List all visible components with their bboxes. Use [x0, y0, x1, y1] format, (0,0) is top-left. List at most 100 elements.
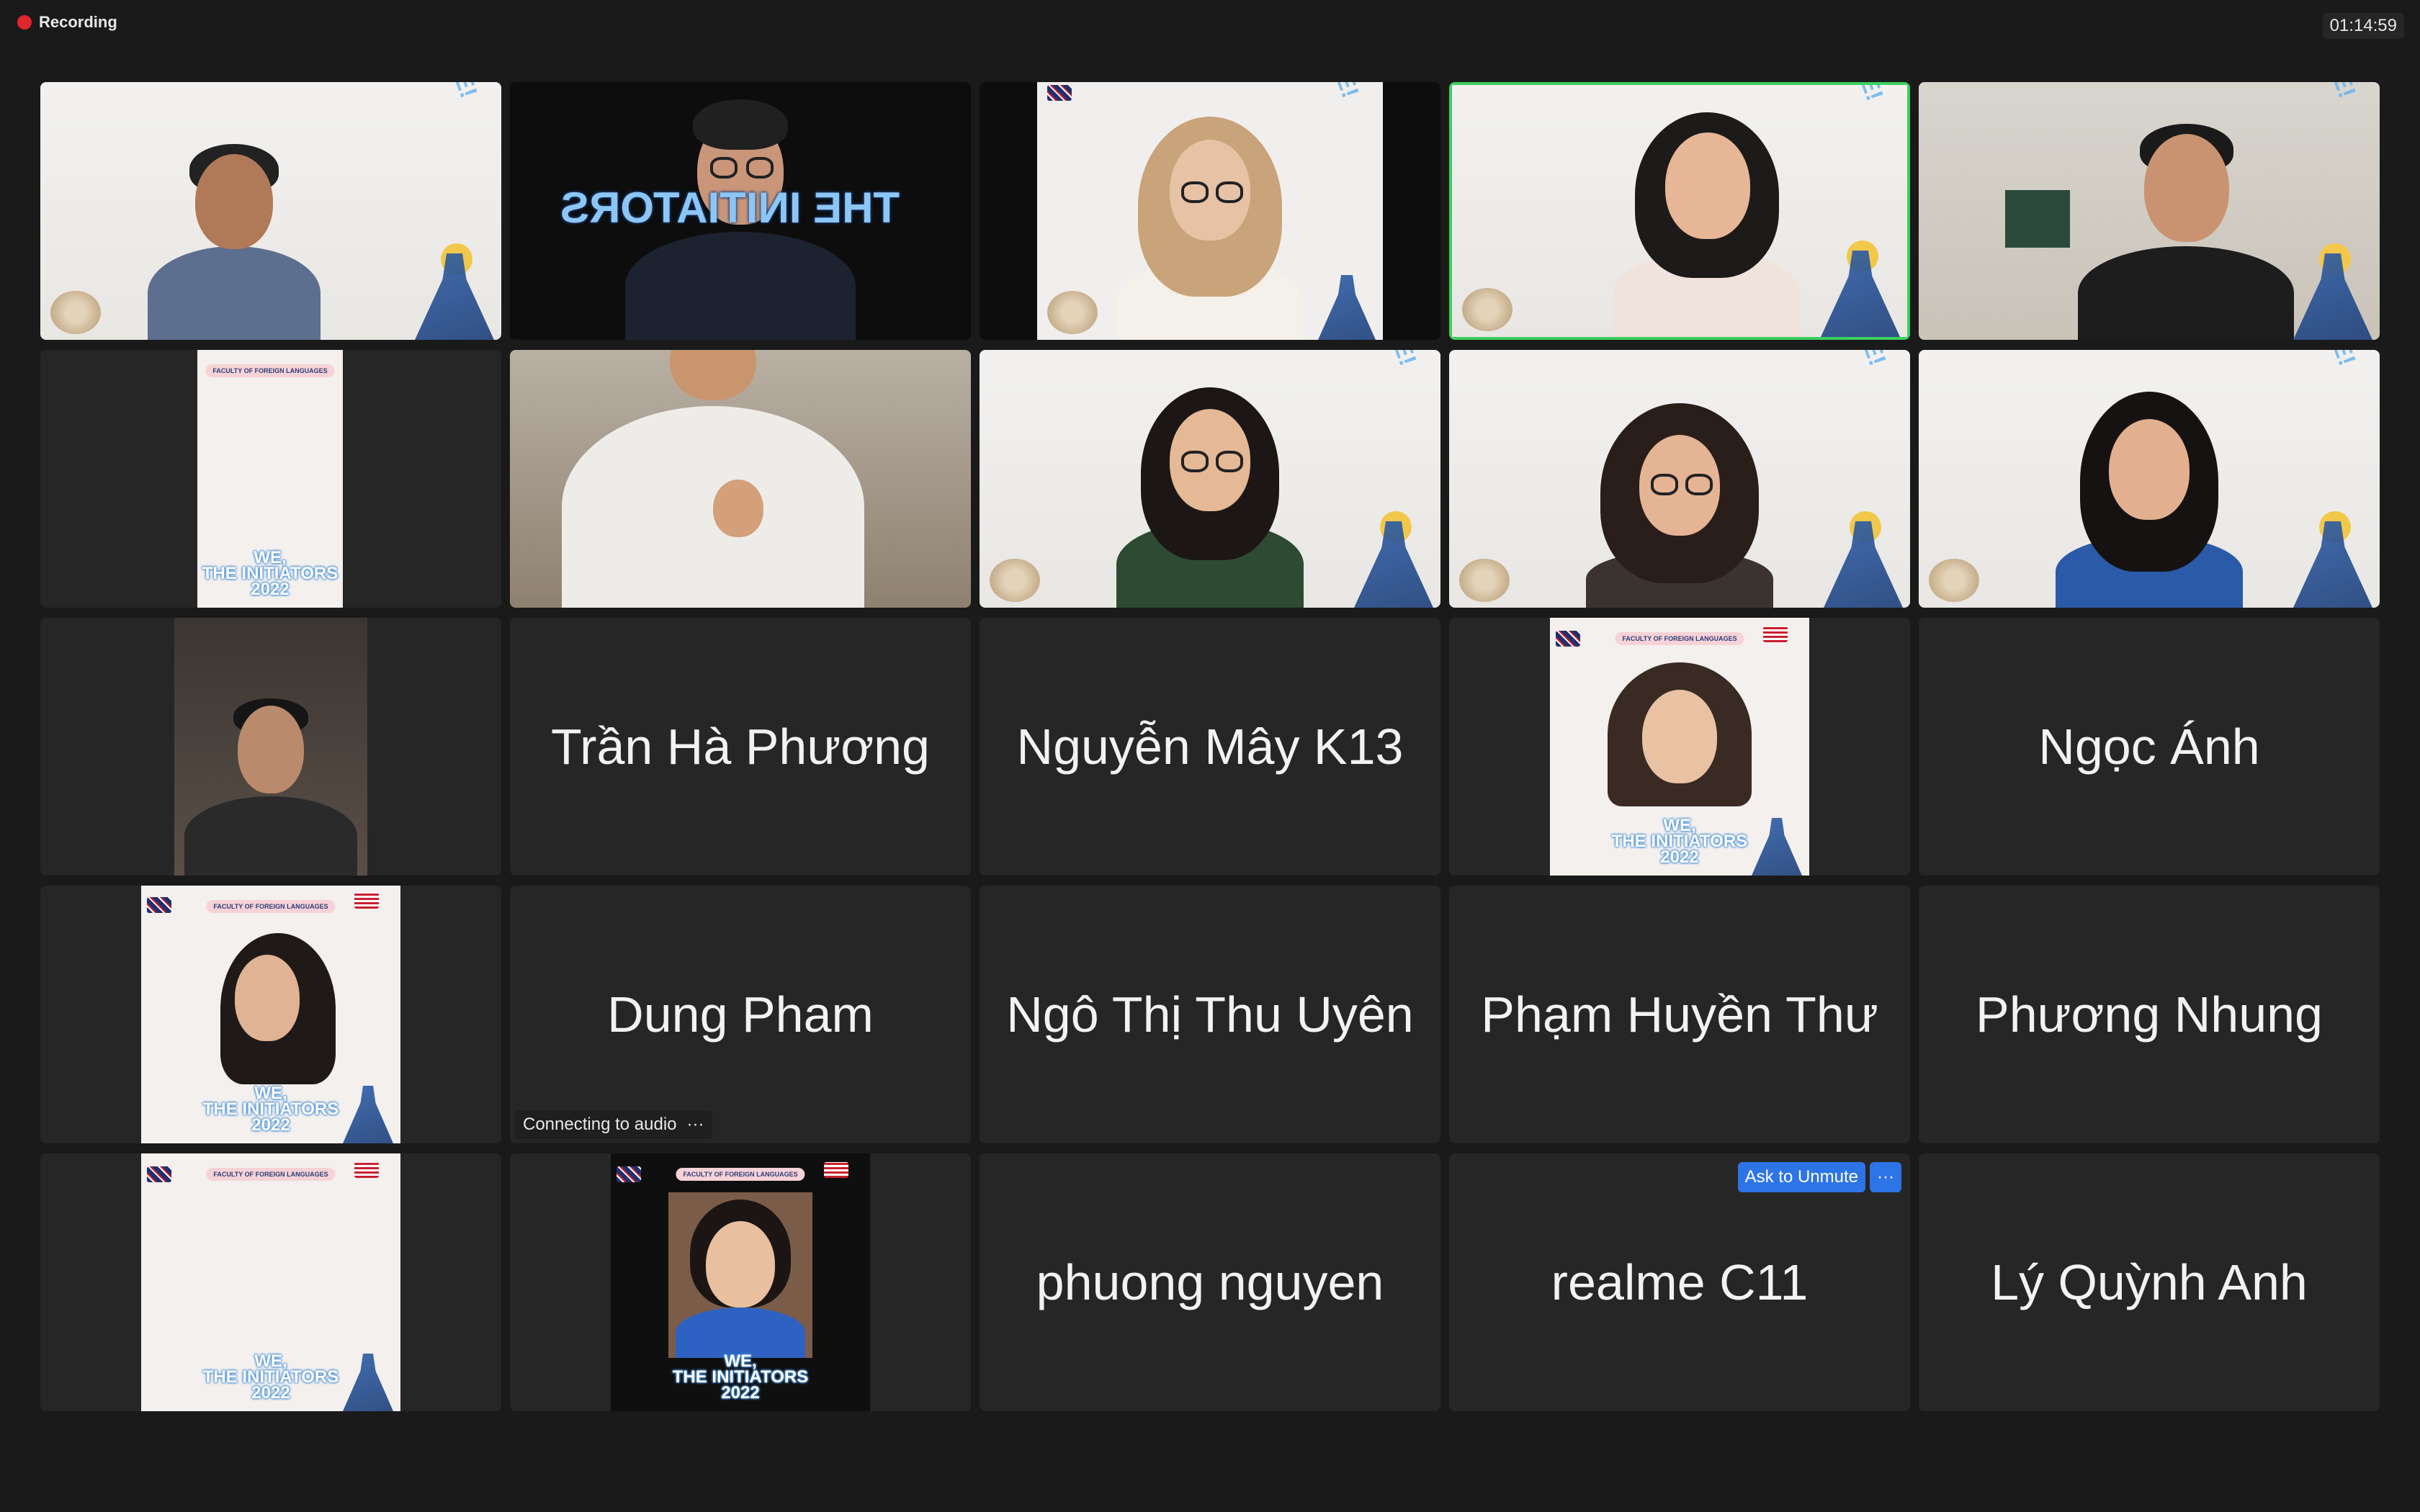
participant-figure [140, 109, 328, 340]
participant-name: Phạm Huyền Thư [1481, 986, 1878, 1043]
participant-tile[interactable]: Phương Nhung [1919, 886, 2380, 1143]
participant-tile[interactable]: WELCOME! [1919, 350, 2380, 608]
faculty-header: FACULTY OF FOREIGN LANGUAGES [206, 900, 336, 913]
participant-video: WELCOME! [1452, 85, 1907, 337]
poster-frame: WELCOME! [1037, 82, 1383, 340]
participant-name: Dung Pham [607, 986, 874, 1043]
participant-tile[interactable]: FACULTY OF FOREIGN LANGUAGES WE, THE INI… [510, 1153, 971, 1411]
participant-tile[interactable]: Ask to Unmute ··· realme C11 [1449, 1153, 1910, 1411]
poster-title: WE, THE INITIATORS 2022 [672, 1351, 809, 1403]
us-flag-icon [354, 893, 379, 909]
participant-video [510, 350, 971, 608]
participant-video: WELCOME! [980, 82, 1440, 340]
participant-tile[interactable]: WELCOME! [1449, 350, 1910, 608]
food-sticker [1462, 288, 1512, 331]
participant-tile[interactable]: THE INITIATORS [510, 82, 971, 340]
participant-tile-active-speaker[interactable]: WELCOME! [1449, 82, 1910, 340]
classroom-board [2005, 190, 2070, 248]
welcome-text: WELCOME! [1816, 85, 1888, 104]
participant-video: WELCOME! [1449, 350, 1910, 608]
finger-heart [712, 480, 763, 537]
statue-sticker [2293, 521, 2372, 608]
poster-title: WE, THE INITIATORS 2022 [1611, 816, 1748, 867]
welcome-text: WELCOME! [1291, 82, 1364, 102]
participant-video: WELCOME! [40, 82, 501, 340]
participant-tile[interactable]: FACULTY OF FOREIGN LANGUAGES WE, THE INI… [40, 1153, 501, 1411]
participant-tile[interactable]: Ngô Thị Thu Uyên [980, 886, 1440, 1143]
uk-flag-icon [1556, 631, 1580, 647]
participant-figure [1606, 99, 1808, 337]
food-sticker [1459, 559, 1510, 602]
statue-sticker [1824, 521, 1903, 608]
statue-sticker [1354, 521, 1433, 608]
participant-name: Ngọc Ánh [2038, 719, 2260, 775]
uk-flag-icon [147, 1166, 171, 1182]
participant-tile[interactable]: WELCOME! [40, 82, 501, 340]
participant-figure [1608, 662, 1752, 806]
participant-tile[interactable] [510, 350, 971, 608]
participant-tile[interactable] [40, 618, 501, 876]
welcome-text: WELCOME! [1819, 350, 1891, 369]
statue-sticker [2293, 253, 2372, 340]
meeting-timer: 01:14:59 [2322, 13, 2404, 39]
participant-name: Nguyễn Mây K13 [1016, 719, 1404, 775]
participant-figure [1579, 384, 1780, 608]
gallery-view: WELCOME! THE INITIATORS [40, 82, 2380, 1413]
us-flag-icon [354, 1162, 379, 1178]
participant-tile[interactable]: phuong nguyen [980, 1153, 1440, 1411]
participant-tile[interactable]: WELCOME! [980, 82, 1440, 340]
audio-status-label: Connecting to audio [523, 1115, 677, 1134]
recording-indicator[interactable]: Recording [17, 13, 117, 32]
poster-frame: FACULTY OF FOREIGN LANGUAGES WE, THE INI… [611, 1153, 870, 1411]
participant-figure [1109, 370, 1311, 608]
participant-name: realme C11 [1551, 1254, 1809, 1310]
faculty-header: FACULTY OF FOREIGN LANGUAGES [676, 1168, 805, 1181]
mirrored-banner: THE INITIATORS [560, 184, 900, 232]
participant-name: Ngô Thị Thu Uyên [1006, 986, 1414, 1043]
food-sticker [990, 559, 1040, 602]
poster-frame: FACULTY OF FOREIGN LANGUAGES WE, THE INI… [141, 886, 400, 1143]
participant-name: Trần Hà Phương [551, 719, 930, 775]
poster-title: WE, THE INITIATORS 2022 [202, 1084, 339, 1135]
faculty-header: FACULTY OF FOREIGN LANGUAGES [1615, 632, 1744, 645]
participant-name: Phương Nhung [1976, 986, 2323, 1043]
poster-title: WE, THE INITIATORS 2022 [202, 1351, 339, 1403]
participant-video [174, 618, 367, 876]
uk-flag-icon [1047, 85, 1072, 101]
statue-sticker [1318, 275, 1376, 340]
participant-tile[interactable]: Trần Hà Phương [510, 618, 971, 876]
participant-figure [1109, 102, 1311, 340]
participant-figure [220, 933, 336, 1084]
participant-tile[interactable]: FACULTY OF FOREIGN LANGUAGES WE, THE INI… [1449, 618, 1910, 876]
us-flag-icon [1763, 626, 1788, 642]
participant-figure [2048, 377, 2250, 608]
food-sticker [50, 291, 101, 334]
statue-sticker [1821, 251, 1900, 337]
participant-video: THE INITIATORS [510, 82, 971, 340]
participant-tile[interactable]: FACULTY OF FOREIGN LANGUAGES WE, THE INI… [40, 886, 501, 1143]
participant-name: phuong nguyen [1036, 1254, 1384, 1310]
participant-tile[interactable]: FACULTY OF FOREIGN LANGUAGES WE, THE INI… [40, 350, 501, 608]
participant-tile[interactable]: Ngọc Ánh [1919, 618, 2380, 876]
poster-title: WE, THE INITIATORS 2022 [202, 548, 339, 599]
poster-frame: FACULTY OF FOREIGN LANGUAGES WE, THE INI… [197, 350, 343, 608]
participant-tile[interactable]: Phạm Huyền Thư [1449, 886, 1910, 1143]
uk-flag-icon [147, 897, 171, 913]
faculty-header: FACULTY OF FOREIGN LANGUAGES [206, 1168, 336, 1181]
participant-tile[interactable]: Dung Pham Connecting to audio ··· [510, 886, 971, 1143]
welcome-text: WELCOME! [410, 82, 483, 102]
participant-tile[interactable]: WELCOME! [980, 350, 1440, 608]
food-sticker [1047, 291, 1098, 334]
statue-sticker [415, 253, 494, 340]
welcome-text: WELCOME! [1349, 350, 1422, 369]
more-icon[interactable]: ··· [687, 1115, 704, 1135]
participant-name: Lý Quỳnh Anh [1991, 1254, 2308, 1310]
participant-tile[interactable]: Nguyễn Mây K13 [980, 618, 1440, 876]
participant-tile[interactable]: WELCOME! [1919, 82, 2380, 340]
participant-video: WELCOME! [980, 350, 1440, 608]
uk-flag-icon [617, 1166, 641, 1182]
participant-figure [2078, 109, 2295, 340]
faculty-header: FACULTY OF FOREIGN LANGUAGES [205, 364, 335, 377]
participant-figure [668, 1192, 812, 1358]
participant-tile[interactable]: Lý Quỳnh Anh [1919, 1153, 2380, 1411]
